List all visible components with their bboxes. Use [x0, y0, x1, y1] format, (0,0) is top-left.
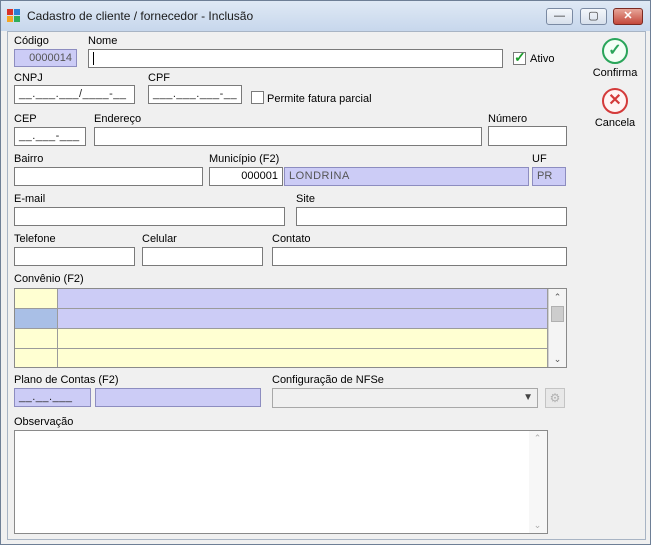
maximize-button[interactable]: ▢ [580, 8, 607, 25]
municipio-name-field: LONDRINA [284, 167, 529, 186]
check-icon: ✓ [602, 38, 628, 64]
site-input[interactable] [296, 207, 567, 226]
form-area: Código 0000014 Nome ✓ Ativo CNPJ __.___.… [7, 31, 646, 540]
nfse-select[interactable]: ▼ [272, 388, 538, 408]
scroll-up-icon[interactable]: ⌃ [549, 289, 566, 305]
observacao-textarea[interactable]: ⌃ ⌄ [14, 430, 548, 534]
close-button[interactable]: ✕ [613, 8, 643, 25]
x-icon: ✕ [602, 88, 628, 114]
text-caret [93, 52, 94, 65]
memo-scrollbar[interactable]: ⌃ ⌄ [529, 431, 547, 533]
grid-row[interactable] [15, 289, 548, 309]
cancel-button[interactable]: ✕ Cancela [588, 88, 642, 129]
municipio-code-input[interactable]: 000001 [209, 167, 283, 186]
ativo-checkbox[interactable]: ✓ [513, 49, 526, 65]
minimize-button[interactable]: — [546, 8, 573, 25]
grid-scrollbar[interactable]: ⌃ ⌄ [548, 289, 566, 367]
telefone-input[interactable] [14, 247, 135, 266]
fatura-parcial-checkbox[interactable] [251, 91, 264, 104]
contato-label: Contato [272, 233, 311, 245]
numero-label: Número [488, 113, 528, 125]
scroll-down-icon[interactable]: ⌄ [529, 520, 546, 531]
nome-label: Nome [88, 35, 118, 47]
cpf-input[interactable]: ___.___.___-__ [148, 85, 242, 104]
bairro-input[interactable] [14, 167, 203, 186]
plano-contas-code-input[interactable]: __.__.___ [14, 388, 91, 407]
nome-input[interactable] [88, 49, 503, 68]
main-window: Cadastro de cliente / fornecedor - Inclu… [0, 0, 651, 545]
celular-input[interactable] [142, 247, 263, 266]
grid-row[interactable] [15, 349, 548, 367]
convenio-grid[interactable]: ⌃ ⌄ [14, 288, 567, 368]
cep-label: CEP [14, 113, 37, 125]
title-bar[interactable]: Cadastro de cliente / fornecedor - Inclu… [1, 1, 650, 31]
scroll-down-icon[interactable]: ⌄ [549, 351, 566, 367]
cep-input[interactable]: __.___-___ [14, 127, 86, 146]
confirm-label: Confirma [592, 67, 638, 79]
grid-row[interactable] [15, 309, 548, 329]
plano-contas-name-field [95, 388, 261, 407]
scroll-up-icon[interactable]: ⌃ [529, 433, 546, 444]
confirm-button[interactable]: ✓ Confirma [588, 38, 642, 79]
window-title: Cadastro de cliente / fornecedor - Inclu… [27, 9, 254, 23]
contato-input[interactable] [272, 247, 567, 266]
ativo-label: Ativo [530, 53, 555, 65]
cpf-label: CPF [148, 72, 170, 84]
celular-label: Celular [142, 233, 177, 245]
telefone-label: Telefone [14, 233, 56, 245]
site-label: Site [296, 193, 315, 205]
gear-icon[interactable]: ⚙ [545, 388, 565, 408]
convenio-label: Convênio (F2) [14, 273, 84, 285]
grid-row[interactable] [15, 329, 548, 349]
codigo-label: Código [14, 35, 49, 47]
app-icon [7, 9, 21, 23]
municipio-label: Município (F2) [209, 153, 280, 165]
chevron-down-icon: ▼ [523, 392, 533, 403]
endereco-input[interactable] [94, 127, 482, 146]
observacao-label: Observação [14, 416, 74, 428]
cnpj-input[interactable]: __.___.___/____-__ [14, 85, 135, 104]
email-input[interactable] [14, 207, 285, 226]
plano-contas-label: Plano de Contas (F2) [14, 374, 119, 386]
uf-field: PR [532, 167, 566, 186]
uf-label: UF [532, 153, 547, 165]
cancel-label: Cancela [594, 117, 636, 129]
scroll-thumb[interactable] [551, 306, 564, 322]
email-label: E-mail [14, 193, 46, 205]
check-icon: ✓ [514, 49, 526, 65]
nfse-label: Configuração de NFSe [272, 374, 384, 386]
codigo-field: 0000014 [14, 49, 77, 67]
fatura-parcial-label: Permite fatura parcial [267, 93, 372, 105]
endereco-label: Endereço [94, 113, 142, 125]
numero-input[interactable] [488, 126, 567, 146]
bairro-label: Bairro [14, 153, 44, 165]
cnpj-label: CNPJ [14, 72, 43, 84]
